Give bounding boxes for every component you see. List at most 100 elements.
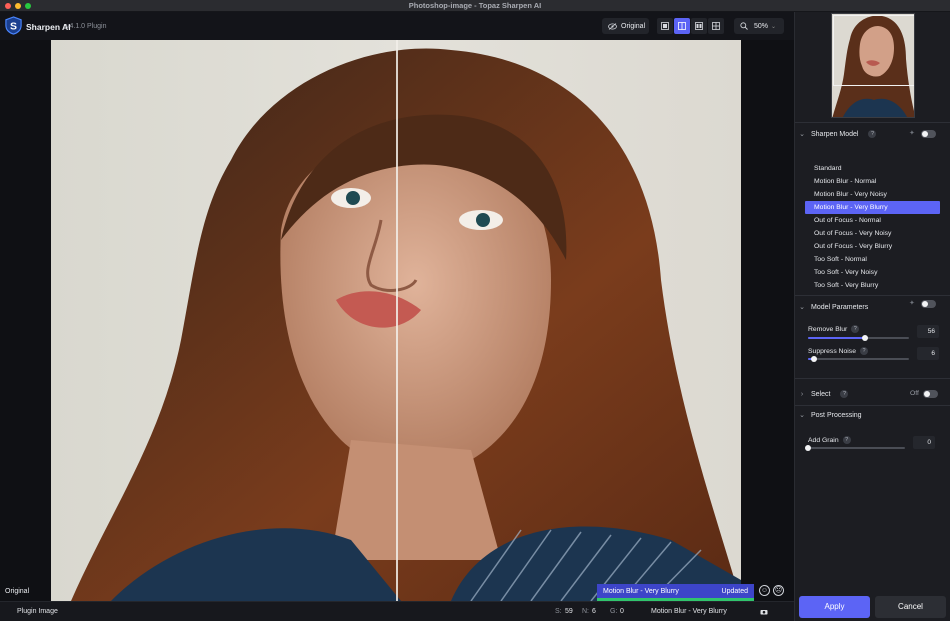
- settings-panel: ⌄ Sharpen Model ? ✦ Standard Motion Blur…: [794, 12, 950, 621]
- side-by-side-view-button[interactable]: [691, 18, 707, 34]
- show-original-label: Original: [621, 22, 646, 30]
- navigator-viewport-frame[interactable]: [833, 15, 914, 86]
- auto-sparkle-icon: ✦: [909, 300, 915, 307]
- help-icon[interactable]: ?: [840, 390, 849, 398]
- add-grain-value[interactable]: 0: [913, 436, 935, 449]
- split-view-divider[interactable]: [396, 40, 398, 601]
- statusbar-model: Motion Blur - Very Blurry: [651, 608, 727, 615]
- add-grain-slider[interactable]: [805, 445, 905, 451]
- add-grain-label: Add Grain ?: [808, 436, 851, 444]
- chevron-down-icon: ⌄: [799, 412, 805, 419]
- model-parameters-title: Model Parameters: [811, 303, 869, 311]
- chevron-right-icon: ›: [800, 390, 804, 398]
- app-header: S Sharpen AI v4.1.0 Plugin Original 50% …: [0, 12, 794, 40]
- remove-blur-value[interactable]: 56: [917, 325, 939, 338]
- sharpen-model-title: Sharpen Model: [811, 130, 859, 138]
- chevron-down-icon: ⌄: [771, 23, 777, 30]
- sharpen-model-auto-toggle[interactable]: [921, 130, 936, 138]
- help-icon[interactable]: ?: [842, 436, 851, 444]
- remove-blur-fill: [808, 337, 865, 339]
- svg-text:S: S: [10, 21, 17, 32]
- help-icon[interactable]: ?: [851, 325, 860, 333]
- zoom-dropdown[interactable]: 50% ⌄: [734, 18, 784, 34]
- split-view-icon: [678, 22, 686, 30]
- window-titlebar: Photoshop-image - Topaz Sharpen AI: [0, 0, 950, 12]
- status-bar: Plugin Image S: 59 N: 6 G: 0 Motion Blur…: [0, 601, 794, 621]
- remove-blur-handle[interactable]: [861, 335, 868, 341]
- feedback-icons: ☺ ☹: [759, 585, 784, 596]
- post-processing-title: Post Processing: [811, 411, 862, 419]
- grain-stat-label: G:: [610, 608, 618, 615]
- select-header[interactable]: › Select ?: [799, 388, 849, 400]
- add-grain-text: Add Grain: [808, 436, 839, 444]
- remove-blur-label: Remove Blur ?: [808, 325, 860, 333]
- view-mode-group: [657, 18, 724, 34]
- zoom-level: 50%: [754, 22, 769, 30]
- camera-icon[interactable]: [760, 609, 768, 615]
- model-item-too-soft-very-blurry[interactable]: Too Soft - Very Blurry: [805, 279, 940, 292]
- model-item-too-soft-very-noisy[interactable]: Too Soft - Very Noisy: [805, 266, 940, 279]
- show-original-button[interactable]: Original: [602, 18, 649, 34]
- suppress-noise-handle[interactable]: [811, 356, 818, 362]
- noise-stat-label: N:: [582, 608, 589, 615]
- help-icon[interactable]: ?: [859, 347, 868, 355]
- model-item-motion-blur-very-noisy[interactable]: Motion Blur - Very Noisy: [805, 188, 940, 201]
- panel-divider: [795, 122, 950, 123]
- sharpen-model-list: Standard Motion Blur - Normal Motion Blu…: [805, 162, 940, 292]
- select-state: Off: [910, 390, 919, 397]
- model-item-motion-blur-normal[interactable]: Motion Blur - Normal: [805, 175, 940, 188]
- help-icon[interactable]: ?: [868, 130, 877, 138]
- sharpen-stat-label: S:: [555, 608, 562, 615]
- grain-stat-value: 0: [620, 608, 624, 615]
- panel-divider: [795, 405, 950, 406]
- chevron-down-icon: ⌄: [799, 304, 805, 311]
- noise-stat-value: 6: [592, 608, 596, 615]
- status-model-name: Motion Blur - Very Blurry: [603, 587, 679, 595]
- panel-divider: [795, 378, 950, 379]
- quad-view-button[interactable]: [708, 18, 724, 34]
- source-label: Plugin Image: [17, 608, 58, 615]
- app-version: v4.1.0 Plugin: [66, 23, 107, 30]
- processing-status-banner: Motion Blur - Very Blurry Updated: [597, 584, 754, 598]
- model-item-out-of-focus-very-blurry[interactable]: Out of Focus - Very Blurry: [805, 240, 940, 253]
- model-item-too-soft-normal[interactable]: Too Soft - Normal: [805, 253, 940, 266]
- split-view-button[interactable]: [674, 18, 690, 34]
- single-view-icon: [661, 22, 669, 30]
- cancel-button[interactable]: Cancel: [875, 596, 946, 618]
- side-by-side-view-icon: [695, 22, 703, 30]
- panel-divider: [795, 295, 950, 296]
- select-title: Select: [811, 390, 831, 398]
- select-toggle[interactable]: [923, 390, 938, 398]
- quad-view-icon: [712, 22, 720, 30]
- model-parameters-auto-toggle[interactable]: [921, 300, 936, 308]
- model-item-out-of-focus-normal[interactable]: Out of Focus - Normal: [805, 214, 940, 227]
- chevron-down-icon: ⌄: [799, 131, 805, 138]
- eye-slash-icon: [608, 22, 617, 30]
- suppress-noise-value[interactable]: 6: [917, 347, 939, 360]
- single-view-button[interactable]: [657, 18, 673, 34]
- app-name: Sharpen AI: [26, 22, 71, 32]
- remove-blur-slider[interactable]: [808, 335, 909, 341]
- suppress-noise-text: Suppress Noise: [808, 347, 856, 355]
- magnifier-icon: [740, 22, 748, 30]
- status-state: Updated: [721, 587, 748, 595]
- original-side-label: Original: [5, 588, 30, 595]
- suppress-noise-label: Suppress Noise ?: [808, 347, 868, 355]
- post-processing-header[interactable]: ⌄ Post Processing: [799, 409, 862, 421]
- sad-face-icon[interactable]: ☹: [773, 585, 784, 596]
- sharpen-stat-value: 59: [565, 608, 573, 615]
- sharpen-ai-logo-icon: S: [5, 16, 22, 35]
- happy-face-icon[interactable]: ☺: [759, 585, 770, 596]
- navigator-thumbnail[interactable]: [831, 13, 915, 118]
- window-title: Photoshop-image - Topaz Sharpen AI: [408, 1, 542, 10]
- sharpen-model-header[interactable]: ⌄ Sharpen Model ?: [799, 128, 877, 140]
- model-item-motion-blur-very-blurry[interactable]: Motion Blur - Very Blurry: [805, 201, 940, 214]
- model-item-out-of-focus-very-noisy[interactable]: Out of Focus - Very Noisy: [805, 227, 940, 240]
- auto-sparkle-icon: ✦: [909, 130, 915, 137]
- add-grain-handle[interactable]: [805, 445, 811, 451]
- remove-blur-text: Remove Blur: [808, 325, 848, 333]
- model-item-standard[interactable]: Standard: [805, 162, 940, 175]
- model-parameters-header[interactable]: ⌄ Model Parameters: [799, 301, 868, 313]
- suppress-noise-slider[interactable]: [808, 356, 909, 362]
- apply-button[interactable]: Apply: [799, 596, 870, 618]
